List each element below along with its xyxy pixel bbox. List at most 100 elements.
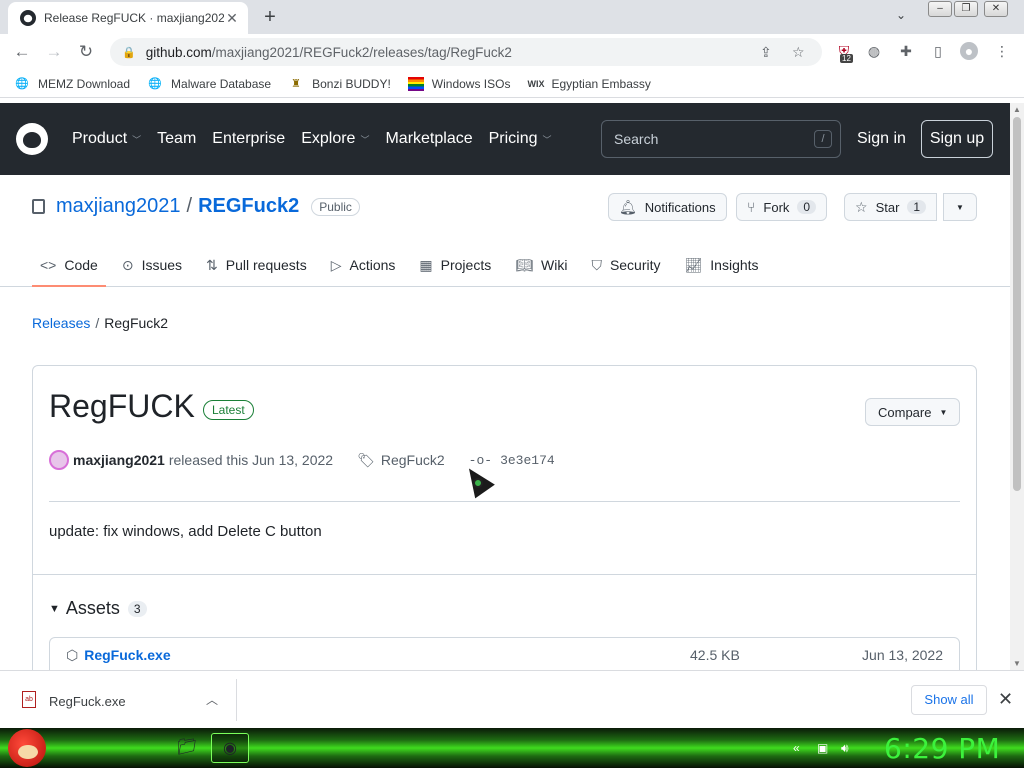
breadcrumb-releases-link[interactable]: Releases <box>32 315 90 331</box>
tab-projects[interactable]: ▦ Projects <box>411 243 499 287</box>
browser-toolbar: ← → ↻ 🔒 github.com/maxjiang2021/REGFuck2… <box>0 34 1024 70</box>
shield-icon: ⛉ <box>591 256 602 273</box>
nav-team[interactable]: Team <box>157 130 196 148</box>
repo-name-link[interactable]: REGFuck2 <box>198 195 299 218</box>
avatar[interactable] <box>49 450 69 470</box>
file-explorer-icon[interactable]: 📁︎ <box>168 733 206 763</box>
url-text: github.com/maxjiang2021/REGFuck2/release… <box>146 45 512 60</box>
divider <box>33 574 976 575</box>
tab-search-chevron-icon[interactable]: ⌄ <box>896 8 906 22</box>
share-icon[interactable]: ⇪ <box>760 44 772 61</box>
scroll-up-icon[interactable]: ▲ <box>1013 105 1021 114</box>
side-panel-icon[interactable]: ▯ <box>929 42 947 60</box>
bookmark-egyptian-embassy[interactable]: WIX Egyptian Embassy <box>527 77 650 91</box>
volume-icon[interactable]: 🔊︎ <box>841 741 849 756</box>
triangle-down-icon: ▼ <box>49 602 60 615</box>
lock-icon: 🔒 <box>122 46 136 59</box>
download-item-name[interactable]: RegFuck.exe <box>49 694 126 709</box>
pride-extension-icon[interactable]: ◍ <box>865 42 883 60</box>
nav-enterprise[interactable]: Enterprise <box>212 130 285 148</box>
tab-actions[interactable]: ▷ Actions <box>323 243 404 287</box>
bookmark-malware-database[interactable]: 🌐 Malware Database <box>147 77 271 91</box>
maximize-window-button[interactable]: ❐ <box>954 1 978 17</box>
close-window-button[interactable]: ✕ <box>984 1 1008 17</box>
star-count: 1 <box>907 200 927 214</box>
tab-title: Release RegFUCK · maxjiang2021 <box>44 11 224 25</box>
tab-pull-requests[interactable]: ⇅ Pull requests <box>198 243 315 287</box>
tab-code[interactable]: <> Code <box>32 243 106 287</box>
author-link[interactable]: maxjiang2021 <box>73 452 165 468</box>
reload-icon[interactable]: ↻ <box>74 41 98 63</box>
tab-label: Actions <box>349 257 396 273</box>
nav-pricing[interactable]: Pricing ﹀ <box>489 130 552 148</box>
nav-label: Pricing <box>488 130 538 147</box>
compare-button[interactable]: Compare ▼ <box>865 398 961 426</box>
start-button-angry-bird-icon[interactable] <box>8 729 46 767</box>
github-favicon-icon <box>20 10 36 26</box>
chrome-taskbar-icon[interactable]: ◉ <box>211 733 249 763</box>
bookmark-windows-isos[interactable]: Windows ISOs <box>407 76 511 91</box>
back-arrow-icon[interactable]: ← <box>10 41 34 63</box>
fork-button[interactable]: ⑂ Fork 0 <box>736 193 828 221</box>
chevron-up-icon[interactable]: ︿ <box>206 691 218 708</box>
repo-owner-link[interactable]: maxjiang2021 <box>56 195 181 218</box>
menu-kebab-icon[interactable]: ⋮ <box>993 42 1011 60</box>
repo-icon <box>32 199 45 214</box>
bookmark-memz-download[interactable]: 🌐 MEMZ Download <box>14 77 130 91</box>
asset-date: Jun 13, 2022 <box>862 647 943 663</box>
tab-issues[interactable]: ⊙ Issues <box>114 243 190 287</box>
page-scrollbar[interactable]: ▲ ▼ <box>1010 103 1024 670</box>
bookmark-label: Windows ISOs <box>431 76 511 91</box>
browser-tab-strip: Release RegFUCK · maxjiang2021 ✕ + ⌄ – ❐… <box>0 0 1024 34</box>
search-placeholder: Search <box>614 131 659 147</box>
commit-hash: 3e3e174 <box>500 452 555 468</box>
puzzle-extensions-icon[interactable]: ✚ <box>897 42 915 60</box>
tag-link[interactable]: 🏷︎ RegFuck2 <box>357 452 445 469</box>
notifications-button[interactable]: 🔔︎ Notifications <box>608 193 727 221</box>
nav-explore[interactable]: Explore ﹀ <box>301 130 369 148</box>
minimize-window-button[interactable]: – <box>928 1 952 17</box>
browser-tab[interactable]: Release RegFUCK · maxjiang2021 ✕ <box>8 2 248 34</box>
release-title[interactable]: RegFUCK <box>49 388 195 425</box>
taskbar-clock[interactable]: 6:29 PM <box>884 732 1000 765</box>
address-bar[interactable]: 🔒 github.com/maxjiang2021/REGFuck2/relea… <box>110 38 822 66</box>
network-icon[interactable]: ▣ <box>817 741 828 755</box>
nav-label: Explore <box>301 130 356 147</box>
bookmark-bonzi-buddy[interactable]: ♜ Bonzi BUDDY! <box>288 77 391 91</box>
star-dropdown-button[interactable]: ▼ <box>943 193 977 221</box>
nav-marketplace[interactable]: Marketplace <box>385 130 472 148</box>
compare-label: Compare <box>878 404 932 420</box>
scroll-thumb[interactable] <box>1013 117 1021 491</box>
tab-label: Code <box>64 257 98 273</box>
bookmark-label: Egyptian Embassy <box>551 76 651 91</box>
tab-wiki[interactable]: 📖︎ Wiki <box>507 243 575 287</box>
tab-security[interactable]: ⛉ Security <box>583 243 668 287</box>
chevron-down-icon: ﹀ <box>132 134 142 145</box>
close-icon[interactable]: ✕ <box>998 689 1013 710</box>
sign-in-link[interactable]: Sign in <box>857 130 906 148</box>
search-input[interactable]: Search / <box>601 120 841 158</box>
release-notes: update: fix windows, add Delete C button <box>49 523 322 540</box>
tray-chevron-icon[interactable]: « <box>793 741 800 755</box>
scroll-down-icon[interactable]: ▼ <box>1013 659 1021 668</box>
forward-arrow-icon[interactable]: → <box>42 41 66 63</box>
package-icon: ⬡ <box>66 646 79 663</box>
repo-tabs: <> Code ⊙ Issues ⇅ Pull requests ▷ Actions ▦… <box>32 243 775 287</box>
new-tab-icon[interactable]: + <box>258 6 282 28</box>
tab-insights[interactable]: 📈︎ Insights <box>677 243 767 287</box>
nav-product[interactable]: Product ﹀ <box>72 130 141 148</box>
assets-count: 3 <box>127 600 147 617</box>
chevron-down-icon: ﹀ <box>360 134 370 145</box>
assets-toggle[interactable]: ▼ Assets 3 <box>49 598 147 619</box>
extension-badge: 12 <box>840 54 853 63</box>
tab-close-icon[interactable]: ✕ <box>224 10 240 27</box>
sign-up-button[interactable]: Sign up <box>921 120 993 158</box>
bookmark-star-icon[interactable]: ☆ <box>792 44 805 61</box>
profile-avatar-icon[interactable]: ● <box>960 42 978 60</box>
star-button[interactable]: ☆ Star 1 <box>844 193 938 221</box>
taskbar: 📁︎ ◉ « ▣ 🔊︎ 6:29 PM <box>0 728 1024 768</box>
github-logo-icon[interactable] <box>16 123 48 155</box>
asset-download-link[interactable]: RegFuck.exe <box>84 647 170 663</box>
fork-icon: ⑂ <box>747 199 756 215</box>
show-all-button[interactable]: Show all <box>911 685 987 715</box>
